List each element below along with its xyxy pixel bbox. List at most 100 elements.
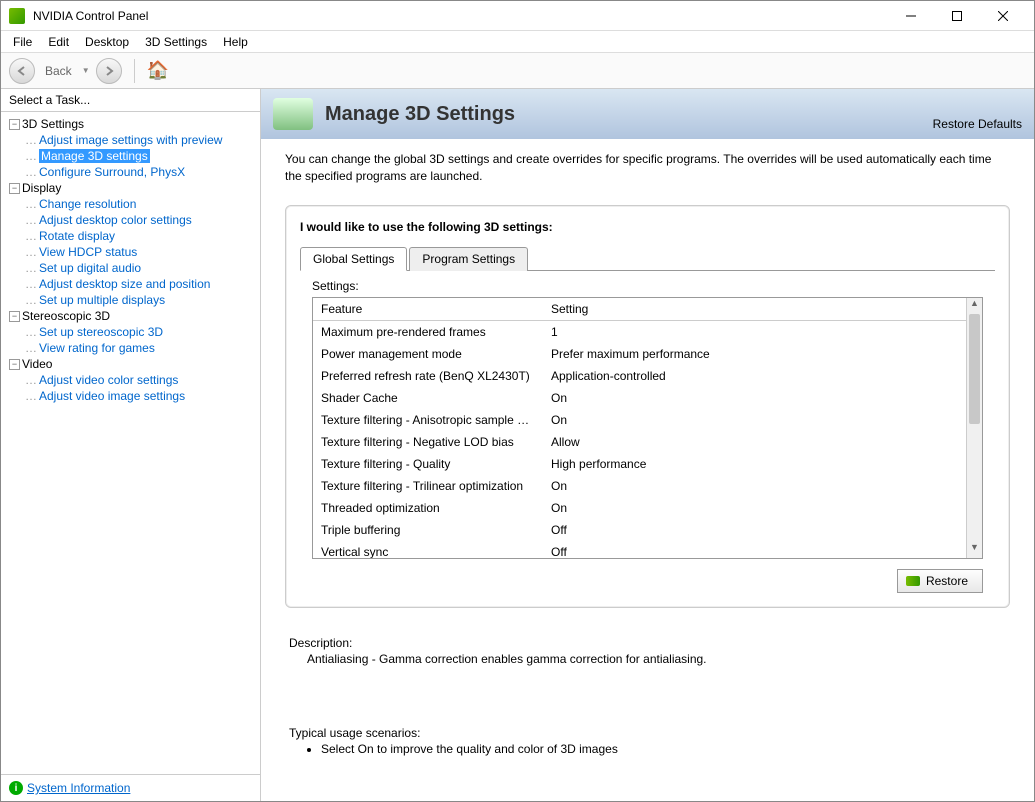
setting-cell: On <box>543 499 966 517</box>
back-label: Back <box>45 64 72 78</box>
menu-3d-settings[interactable]: 3D Settings <box>137 33 215 51</box>
tree-category[interactable]: −Display <box>9 180 256 196</box>
forward-button[interactable] <box>96 58 122 84</box>
menubar: File Edit Desktop 3D Settings Help <box>1 31 1034 53</box>
info-icon: i <box>9 781 23 795</box>
description-section: Description: Antialiasing - Gamma correc… <box>285 636 1010 666</box>
feature-cell: Preferred refresh rate (BenQ XL2430T) <box>313 367 543 385</box>
tree-category-label: 3D Settings <box>22 117 84 131</box>
tree-link[interactable]: Adjust image settings with preview <box>39 133 222 147</box>
expander-icon[interactable]: − <box>9 183 20 194</box>
scroll-thumb[interactable] <box>969 314 980 424</box>
tab-global-settings[interactable]: Global Settings <box>300 247 407 271</box>
tree-bullet-icon: … <box>25 213 37 227</box>
feature-cell: Maximum pre-rendered frames <box>313 323 543 341</box>
table-row[interactable]: Texture filtering - Trilinear optimizati… <box>313 475 966 497</box>
tree-bullet-icon: … <box>25 133 37 147</box>
intro-text: You can change the global 3D settings an… <box>285 151 1010 185</box>
scroll-down-icon[interactable]: ▼ <box>967 542 982 558</box>
tree-bullet-icon: … <box>25 325 37 339</box>
column-setting[interactable]: Setting <box>543 298 966 320</box>
panel-label: I would like to use the following 3D set… <box>300 220 995 234</box>
tree-link[interactable]: View HDCP status <box>39 245 137 259</box>
expander-icon[interactable]: − <box>9 311 20 322</box>
setting-cell: Application-controlled <box>543 367 966 385</box>
expander-icon[interactable]: − <box>9 359 20 370</box>
header-banner: Manage 3D Settings Restore Defaults <box>261 89 1034 139</box>
sidebar: Select a Task... −3D Settings…Adjust ima… <box>1 89 261 801</box>
usage-section: Typical usage scenarios: Select On to im… <box>285 726 1010 756</box>
maximize-button[interactable] <box>934 1 980 31</box>
tree-link[interactable]: Adjust desktop size and position <box>39 277 210 291</box>
setting-cell: Prefer maximum performance <box>543 345 966 363</box>
tree-bullet-icon: … <box>25 277 37 291</box>
system-information-link[interactable]: System Information <box>27 781 130 795</box>
settings-label: Settings: <box>312 279 995 293</box>
close-button[interactable] <box>980 1 1026 31</box>
tree-category[interactable]: −Video <box>9 356 256 372</box>
table-row[interactable]: Vertical syncOff <box>313 541 966 558</box>
table-row[interactable]: Triple bufferingOff <box>313 519 966 541</box>
setting-cell: Off <box>543 521 966 539</box>
sidebar-footer: i System Information <box>1 774 260 801</box>
nvidia-app-icon <box>9 8 25 24</box>
feature-cell: Texture filtering - Trilinear optimizati… <box>313 477 543 495</box>
menu-desktop[interactable]: Desktop <box>77 33 137 51</box>
tree-bullet-icon: … <box>25 373 37 387</box>
window-title: NVIDIA Control Panel <box>33 9 888 23</box>
main-area: Manage 3D Settings Restore Defaults You … <box>261 89 1034 801</box>
table-row[interactable]: Texture filtering - Anisotropic sample o… <box>313 409 966 431</box>
feature-cell: Texture filtering - Negative LOD bias <box>313 433 543 451</box>
tree-link[interactable]: Rotate display <box>39 229 115 243</box>
toolbar: Back ▼ 🏠 <box>1 53 1034 89</box>
tree-link[interactable]: Adjust desktop color settings <box>39 213 192 227</box>
titlebar: NVIDIA Control Panel <box>1 1 1034 31</box>
minimize-button[interactable] <box>888 1 934 31</box>
tree-link[interactable]: Set up multiple displays <box>39 293 165 307</box>
tree-link[interactable]: Adjust video color settings <box>39 373 178 387</box>
tab-program-settings[interactable]: Program Settings <box>409 247 528 271</box>
usage-label: Typical usage scenarios: <box>289 726 1006 740</box>
feature-cell: Vertical sync <box>313 543 543 558</box>
table-row[interactable]: Preferred refresh rate (BenQ XL2430T)App… <box>313 365 966 387</box>
tree-bullet-icon: … <box>25 149 37 163</box>
column-feature[interactable]: Feature <box>313 298 543 320</box>
tree-link[interactable]: Adjust video image settings <box>39 389 185 403</box>
scroll-up-icon[interactable]: ▲ <box>967 298 982 314</box>
nvidia-logo-icon <box>906 576 920 586</box>
tree-category-label: Display <box>22 181 61 195</box>
table-row[interactable]: Texture filtering - QualityHigh performa… <box>313 453 966 475</box>
table-row[interactable]: Texture filtering - Negative LOD biasAll… <box>313 431 966 453</box>
tree-link[interactable]: Configure Surround, PhysX <box>39 165 185 179</box>
menu-file[interactable]: File <box>5 33 40 51</box>
sidebar-header: Select a Task... <box>1 89 260 112</box>
restore-defaults-link[interactable]: Restore Defaults <box>933 117 1022 131</box>
menu-edit[interactable]: Edit <box>40 33 77 51</box>
back-dropdown-icon[interactable]: ▼ <box>82 66 90 75</box>
home-icon[interactable]: 🏠 <box>147 60 169 81</box>
content-area: You can change the global 3D settings an… <box>261 139 1034 801</box>
feature-cell: Threaded optimization <box>313 499 543 517</box>
tree-category-label: Video <box>22 357 52 371</box>
table-row[interactable]: Shader CacheOn <box>313 387 966 409</box>
tree-category[interactable]: −Stereoscopic 3D <box>9 308 256 324</box>
tree-link[interactable]: View rating for games <box>39 341 155 355</box>
expander-icon[interactable]: − <box>9 119 20 130</box>
back-button[interactable] <box>9 58 35 84</box>
tree-category-label: Stereoscopic 3D <box>22 309 110 323</box>
tree-bullet-icon: … <box>25 261 37 275</box>
tree-link[interactable]: Set up stereoscopic 3D <box>39 325 163 339</box>
menu-help[interactable]: Help <box>215 33 256 51</box>
tree-link[interactable]: Change resolution <box>39 197 136 211</box>
tree-link[interactable]: Manage 3D settings <box>39 149 150 163</box>
tree-category[interactable]: −3D Settings <box>9 116 256 132</box>
table-row[interactable]: Power management modePrefer maximum perf… <box>313 343 966 365</box>
description-label: Description: <box>289 636 1006 650</box>
usage-item: Select On to improve the quality and col… <box>321 742 1006 756</box>
table-row[interactable]: Maximum pre-rendered frames1 <box>313 321 966 343</box>
table-row[interactable]: Threaded optimizationOn <box>313 497 966 519</box>
tree-link[interactable]: Set up digital audio <box>39 261 141 275</box>
restore-button[interactable]: Restore <box>897 569 983 593</box>
scrollbar[interactable]: ▲ ▼ <box>966 298 982 558</box>
description-text: Antialiasing - Gamma correction enables … <box>289 652 1006 666</box>
